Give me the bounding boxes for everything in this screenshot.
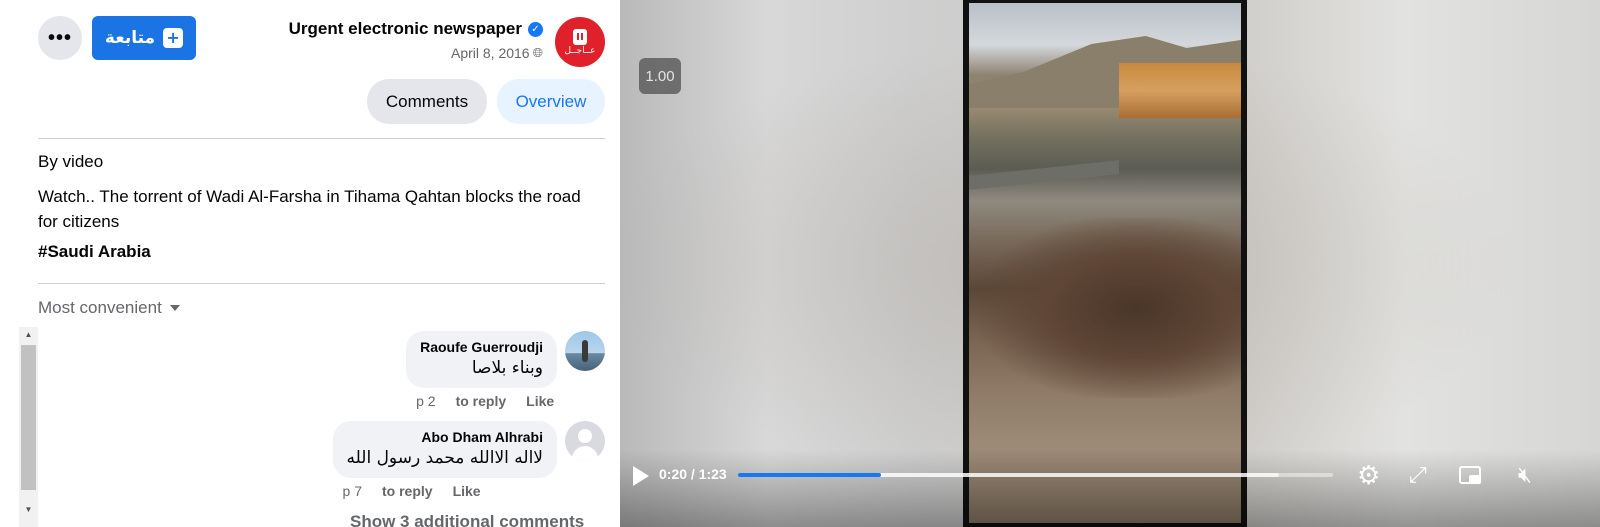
follow-label: متابعة [104, 28, 156, 48]
post-date-text: April 8, 2016 [450, 45, 530, 61]
hashtag-link[interactable]: #Saudi Arabia [38, 242, 151, 262]
video-progress-bar[interactable] [738, 473, 1333, 477]
video-player[interactable]: 1.00 0:20 / 1:23 ⚙ ⤢ 🔇︎ [620, 0, 1600, 527]
scroll-down-arrow-icon[interactable]: ▼ [19, 502, 38, 517]
comment-text: لااله الاالله محمد رسول الله [346, 448, 543, 468]
comment-time[interactable]: p 7 [343, 483, 362, 499]
divider [38, 283, 605, 284]
like-button[interactable]: Like [453, 483, 481, 499]
post-text: Watch.. The torrent of Wadi Al-Farsha in… [38, 187, 581, 231]
playback-speed-badge[interactable]: 1.00 [639, 58, 681, 94]
comment-bubble: Abo Dham Alhrabi لااله الاالله محمد رسول… [332, 421, 557, 478]
post-panel: ••• متابعة + Urgent electronic newspaper… [0, 0, 620, 527]
video-frame [963, 0, 1247, 527]
page-name-link[interactable]: Urgent electronic newspaper ✓ [289, 19, 543, 39]
comment-author[interactable]: Abo Dham Alhrabi [347, 429, 543, 445]
reply-button[interactable]: to reply [456, 393, 507, 409]
video-scene-bridge [969, 160, 1119, 190]
avatar-logo-text: عــاجــل [564, 45, 596, 56]
play-icon[interactable] [633, 466, 649, 486]
more-options-button[interactable]: ••• [38, 16, 82, 60]
video-time: 0:20 / 1:23 [659, 466, 727, 482]
comment-bubble: Raoufe Guerroudji وبناء بلاصا [406, 331, 557, 388]
pip-icon[interactable] [1459, 466, 1481, 484]
show-more-comments-link[interactable]: Show 3 additional comments [350, 512, 584, 527]
sort-label: Most convenient [38, 298, 162, 317]
page-name: Urgent electronic newspaper [288, 19, 522, 38]
video-scene-torrent [979, 218, 1241, 398]
comment-actions: p 7 to reply Like [333, 483, 557, 499]
app-root: ••• متابعة + Urgent electronic newspaper… [0, 0, 1600, 527]
divider [38, 138, 605, 139]
settings-icon[interactable]: ⚙ [1357, 462, 1380, 488]
caret-down-icon [169, 305, 180, 311]
fullscreen-icon[interactable]: ⤢ [1409, 462, 1427, 488]
follow-button[interactable]: متابعة + [92, 16, 196, 60]
comment-item: Raoufe Guerroudji وبناء بلاصا p 2 to rep… [406, 331, 605, 409]
follow-icon: + [163, 28, 184, 48]
more-icon: ••• [47, 26, 72, 49]
commenter-avatar[interactable] [565, 331, 605, 371]
comment-item: Abo Dham Alhrabi لااله الاالله محمد رسول… [332, 421, 605, 499]
post-source: By video [38, 152, 104, 171]
comment-actions: p 2 to reply Like [406, 393, 557, 409]
scroll-thumb[interactable] [21, 345, 36, 490]
video-scene-building [1119, 63, 1241, 118]
comment-sort-dropdown[interactable]: Most convenient [38, 298, 180, 318]
comments-scrollbar[interactable]: ▲ ▼ [19, 327, 38, 527]
like-button[interactable]: Like [526, 393, 554, 409]
progress-fill [738, 473, 881, 477]
page-avatar[interactable]: عــاجــل [555, 17, 605, 67]
globe-icon: 🌐︎ [532, 45, 543, 60]
tab-comments[interactable]: Comments [367, 79, 487, 124]
avatar-logo-icon [573, 28, 587, 45]
comment-text: وبناء بلاصا [471, 358, 543, 378]
comment-time[interactable]: p 2 [416, 393, 435, 409]
mute-icon[interactable]: 🔇︎ [1518, 462, 1532, 488]
scroll-up-arrow-icon[interactable]: ▲ [19, 327, 38, 342]
post-date[interactable]: April 8, 2016 🌐︎ [451, 45, 543, 61]
video-content [969, 3, 1241, 523]
video-controls-bar: 0:20 / 1:23 [620, 450, 1600, 527]
comment-author[interactable]: Raoufe Guerroudji [420, 339, 543, 355]
reply-button[interactable]: to reply [382, 483, 433, 499]
tab-overview[interactable]: Overview [497, 79, 605, 124]
verified-icon: ✓ [528, 21, 543, 37]
commenter-avatar[interactable] [565, 421, 605, 461]
